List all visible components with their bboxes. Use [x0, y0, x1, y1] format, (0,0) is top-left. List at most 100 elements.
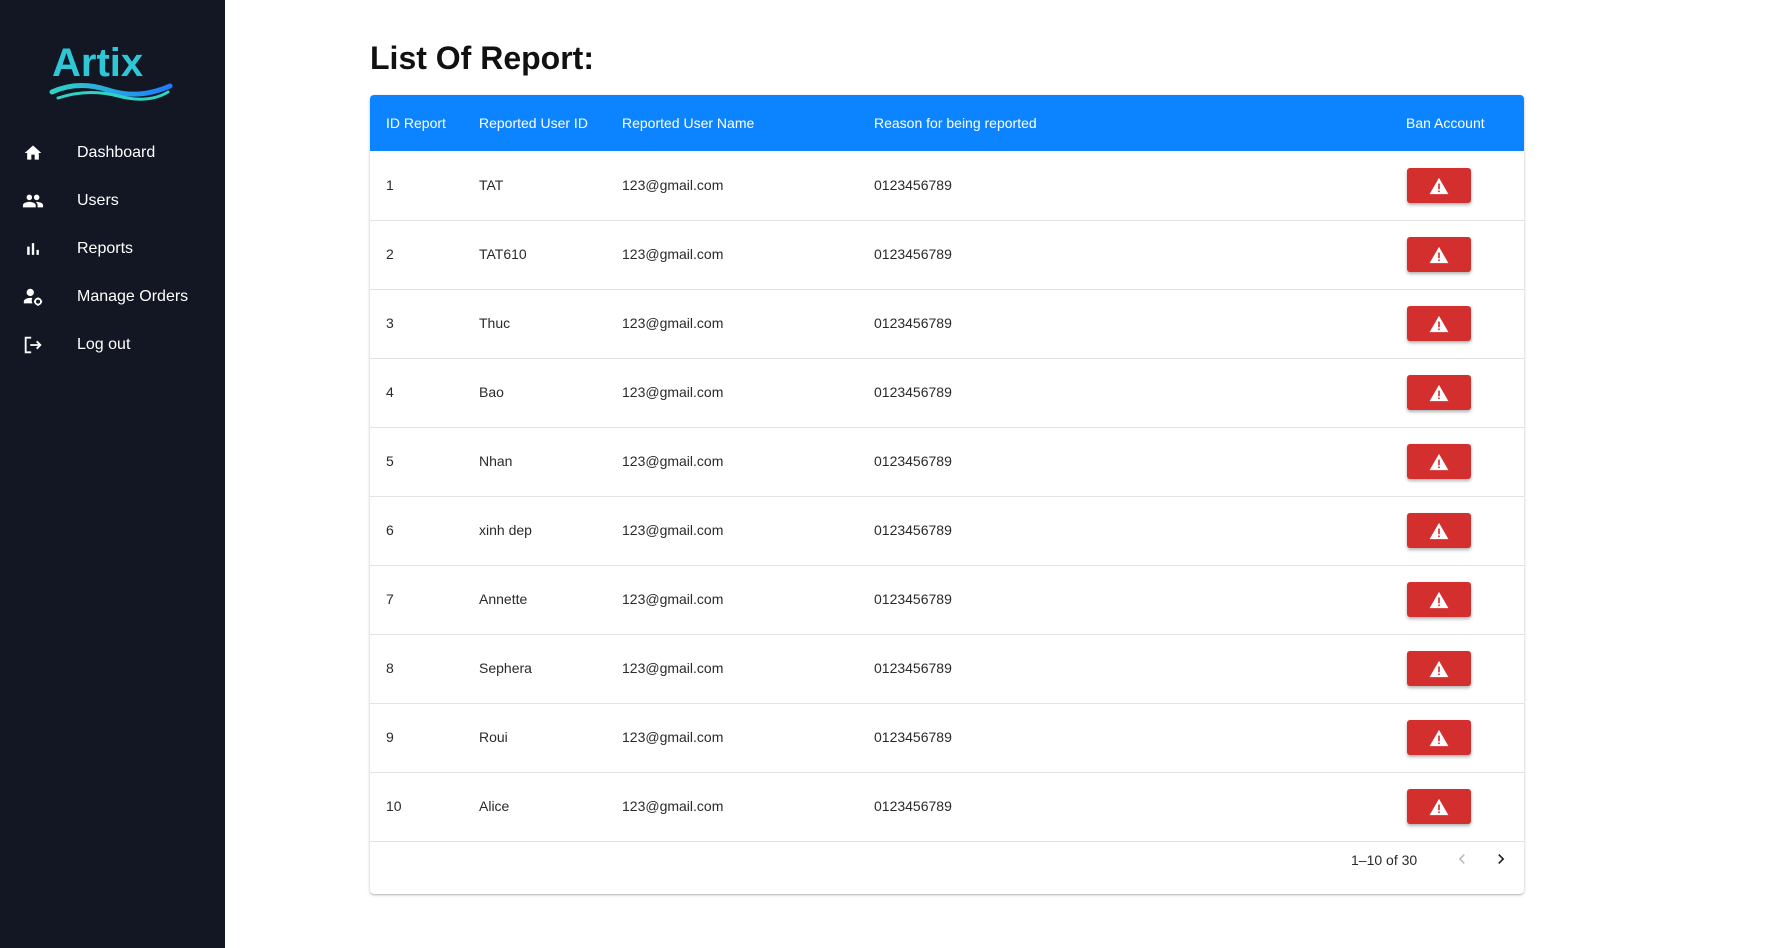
table-row: 10 Alice 123@gmail.com 0123456789	[370, 772, 1524, 842]
cell-reported-user-name: 123@gmail.com	[622, 591, 724, 607]
ban-account-button[interactable]	[1407, 237, 1471, 272]
cell-id-report: 8	[386, 660, 394, 676]
cell-reported-user-name: 123@gmail.com	[622, 798, 724, 814]
table-row: 5 Nhan 123@gmail.com 0123456789	[370, 427, 1524, 497]
cell-reason: 0123456789	[874, 591, 952, 607]
warning-icon	[1429, 591, 1449, 608]
sidebar-item-label: Dashboard	[77, 144, 156, 161]
sidebar-item-label: Manage Orders	[77, 288, 189, 305]
sidebar: Artix Dashboard Users Reports Manage Ord…	[0, 0, 225, 948]
sidebar-item-dashboard[interactable]: Dashboard	[0, 131, 225, 175]
cell-reported-user-id: Thuc	[479, 315, 511, 331]
cell-reason: 0123456789	[874, 660, 952, 676]
cell-id-report: 10	[386, 798, 402, 814]
cell-reported-user-name: 123@gmail.com	[622, 729, 724, 745]
warning-icon	[1429, 522, 1449, 539]
ban-account-button[interactable]	[1407, 444, 1471, 479]
warning-icon	[1429, 729, 1449, 746]
cell-reported-user-id: xinh dep	[479, 522, 532, 538]
cell-id-report: 4	[386, 384, 394, 400]
cell-reported-user-name: 123@gmail.com	[622, 315, 724, 331]
cell-reported-user-id: Alice	[479, 798, 510, 814]
cell-id-report: 3	[386, 315, 394, 331]
warning-icon	[1429, 246, 1449, 263]
warning-icon	[1429, 384, 1449, 401]
user-gear-icon	[22, 286, 44, 308]
cell-id-report: 5	[386, 453, 394, 469]
column-header-reported-user-id[interactable]: Reported User ID	[479, 95, 588, 151]
cell-id-report: 2	[386, 246, 394, 262]
cell-reported-user-name: 123@gmail.com	[622, 246, 724, 262]
sidebar-item-label: Log out	[77, 336, 131, 353]
warning-icon	[1429, 177, 1449, 194]
sidebar-item-label: Users	[77, 192, 119, 209]
column-header-reported-user-name[interactable]: Reported User Name	[622, 95, 754, 151]
table-row: 8 Sephera 123@gmail.com 0123456789	[370, 634, 1524, 704]
cell-reported-user-name: 123@gmail.com	[622, 660, 724, 676]
cell-reason: 0123456789	[874, 246, 952, 262]
sidebar-item-manage-orders[interactable]: Manage Orders	[0, 275, 225, 319]
cell-reported-user-id: TAT	[479, 177, 504, 193]
chevron-right-icon[interactable]	[1489, 847, 1513, 871]
sidebar-item-reports[interactable]: Reports	[0, 227, 225, 271]
column-header-id-report[interactable]: ID Report	[386, 95, 446, 151]
warning-icon	[1429, 798, 1449, 815]
column-header-reason[interactable]: Reason for being reported	[874, 95, 1037, 151]
cell-id-report: 6	[386, 522, 394, 538]
warning-icon	[1429, 453, 1449, 470]
svg-text:Artix: Artix	[52, 41, 143, 85]
cell-reported-user-id: Bao	[479, 384, 504, 400]
table-row: 9 Roui 123@gmail.com 0123456789	[370, 703, 1524, 773]
cell-reason: 0123456789	[874, 315, 952, 331]
pagination-range: 1–10 of 30	[1351, 852, 1418, 868]
cell-reason: 0123456789	[874, 453, 952, 469]
ban-account-button[interactable]	[1407, 375, 1471, 410]
sidebar-item-log-out[interactable]: Log out	[0, 323, 225, 367]
warning-icon	[1429, 660, 1449, 677]
artix-logo[interactable]: Artix	[48, 40, 174, 104]
cell-reason: 0123456789	[874, 384, 952, 400]
table-header: ID Report Reported User ID Reported User…	[370, 95, 1524, 151]
cell-reason: 0123456789	[874, 729, 952, 745]
cell-reported-user-id: TAT610	[479, 246, 527, 262]
ban-account-button[interactable]	[1407, 720, 1471, 755]
cell-reported-user-id: Sephera	[479, 660, 532, 676]
sidebar-item-label: Reports	[77, 240, 134, 257]
cell-id-report: 9	[386, 729, 394, 745]
cell-reported-user-id: Roui	[479, 729, 508, 745]
chevron-left-icon[interactable]	[1450, 847, 1474, 871]
cell-reason: 0123456789	[874, 177, 952, 193]
warning-icon	[1429, 315, 1449, 332]
table-row: 7 Annette 123@gmail.com 0123456789	[370, 565, 1524, 635]
cell-reported-user-id: Annette	[479, 591, 528, 607]
ban-account-button[interactable]	[1407, 789, 1471, 824]
table-row: 1 TAT 123@gmail.com 0123456789	[370, 151, 1524, 221]
cell-id-report: 1	[386, 177, 394, 193]
table-row: 3 Thuc 123@gmail.com 0123456789	[370, 289, 1524, 359]
reports-table: ID Report Reported User ID Reported User…	[370, 95, 1524, 894]
ban-account-button[interactable]	[1407, 582, 1471, 617]
cell-reported-user-id: Nhan	[479, 453, 513, 469]
column-header-ban-account[interactable]: Ban Account	[1406, 95, 1485, 151]
logout-icon	[22, 334, 44, 356]
table-row: 4 Bao 123@gmail.com 0123456789	[370, 358, 1524, 428]
cell-reported-user-name: 123@gmail.com	[622, 177, 724, 193]
cell-reason: 0123456789	[874, 798, 952, 814]
table-row: 2 TAT610 123@gmail.com 0123456789	[370, 220, 1524, 290]
cell-id-report: 7	[386, 591, 394, 607]
sidebar-item-users[interactable]: Users	[0, 179, 225, 223]
cell-reported-user-name: 123@gmail.com	[622, 453, 724, 469]
bar-chart-icon	[22, 238, 44, 260]
cell-reported-user-name: 123@gmail.com	[622, 384, 724, 400]
ban-account-button[interactable]	[1407, 306, 1471, 341]
page-title: List Of Report:	[370, 40, 594, 76]
ban-account-button[interactable]	[1407, 513, 1471, 548]
cell-reported-user-name: 123@gmail.com	[622, 522, 724, 538]
ban-account-button[interactable]	[1407, 651, 1471, 686]
cell-reason: 0123456789	[874, 522, 952, 538]
table-row: 6 xinh dep 123@gmail.com 0123456789	[370, 496, 1524, 566]
ban-account-button[interactable]	[1407, 168, 1471, 203]
artix-logo-graphic: Artix	[49, 41, 173, 101]
users-icon	[22, 190, 44, 212]
home-icon	[22, 142, 44, 164]
